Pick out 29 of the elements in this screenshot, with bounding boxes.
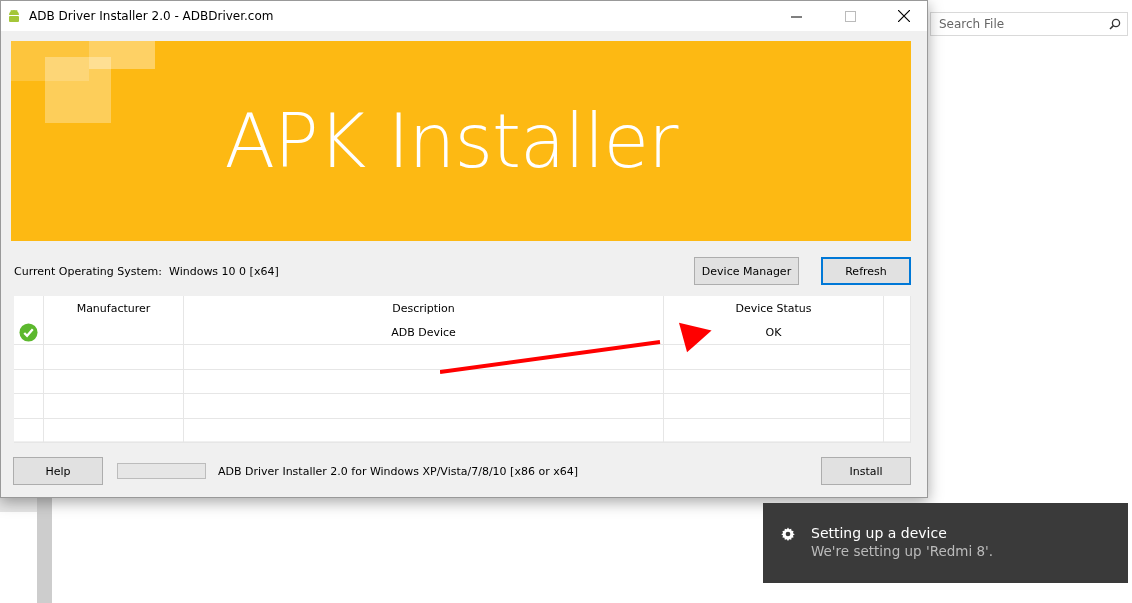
column-header: Description bbox=[184, 296, 664, 321]
toast-title: Setting up a device bbox=[811, 525, 948, 541]
scrollbar[interactable] bbox=[37, 498, 52, 603]
search-icon bbox=[1109, 18, 1121, 30]
table-cell bbox=[884, 418, 911, 443]
table-cell bbox=[14, 418, 44, 443]
search-field[interactable]: Search File bbox=[930, 12, 1128, 36]
os-label: Current Operating System: bbox=[14, 264, 164, 278]
table-cell bbox=[14, 394, 44, 419]
table-cell bbox=[884, 345, 911, 370]
table-cell bbox=[884, 394, 911, 419]
table-cell bbox=[884, 369, 911, 394]
table-cell bbox=[884, 320, 911, 345]
toast-message: We're setting up 'Redmi 8'. bbox=[811, 543, 994, 559]
device-manager-button[interactable]: Device Manager bbox=[694, 257, 799, 285]
os-value: Windows 10 0 [x64] bbox=[169, 264, 280, 278]
refresh-button[interactable]: Refresh bbox=[821, 257, 911, 285]
android-icon bbox=[7, 8, 21, 24]
table-cell: ADB Device bbox=[184, 320, 664, 345]
column-header: Manufacturer bbox=[44, 296, 184, 321]
version-info: ADB Driver Installer 2.0 for Windows XP/Vista/7/8/10 [x86 or x64] bbox=[218, 464, 579, 478]
close-button[interactable] bbox=[898, 10, 910, 22]
install-button[interactable]: Install bbox=[821, 457, 911, 485]
window-title: ADB Driver Installer 2.0 - ADBDriver.com bbox=[29, 9, 275, 23]
gear-icon bbox=[781, 527, 795, 541]
column-header: Device Status bbox=[664, 296, 884, 321]
banner-title: APK Installer bbox=[224, 98, 678, 184]
table-cell bbox=[14, 369, 44, 394]
help-button[interactable]: Help bbox=[13, 457, 103, 485]
